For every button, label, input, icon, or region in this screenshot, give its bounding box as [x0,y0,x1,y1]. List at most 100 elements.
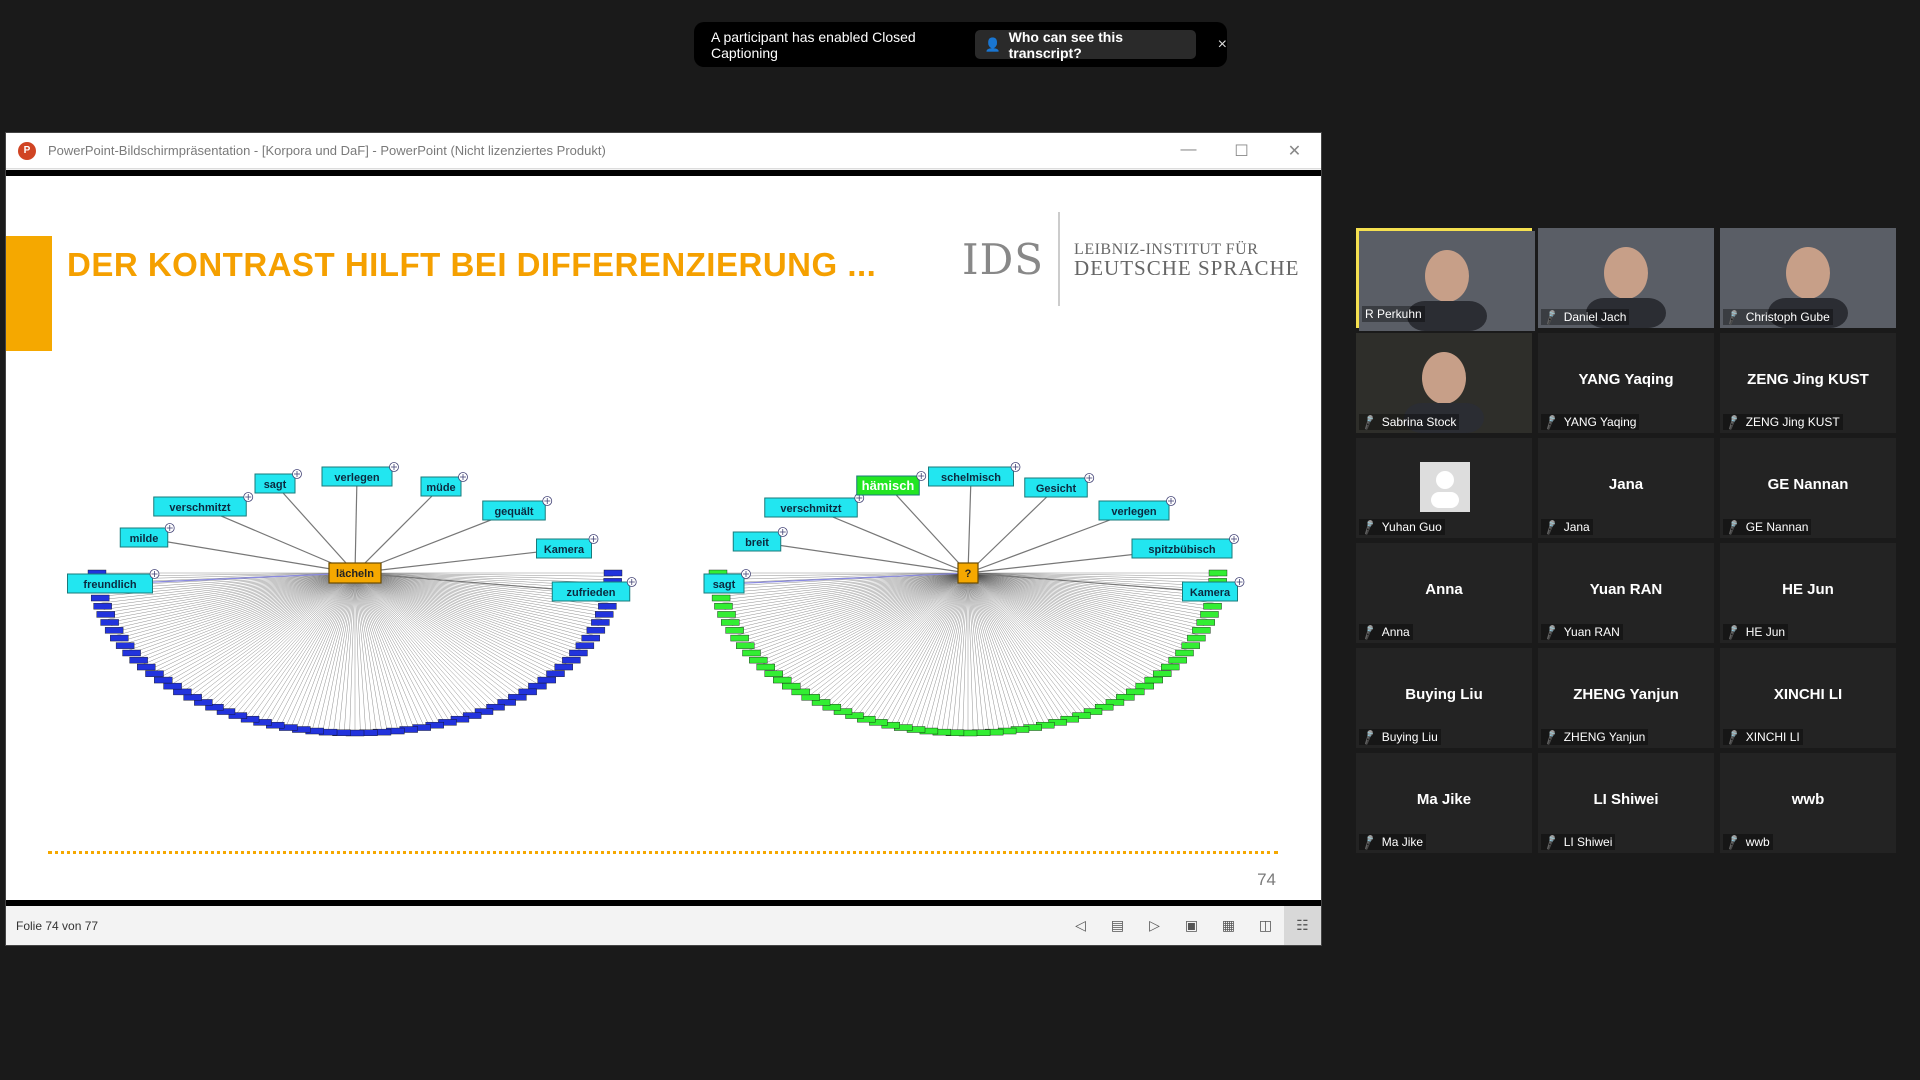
normal-view-icon[interactable]: ▣ [1173,906,1210,945]
avatar [1420,462,1470,512]
participant-tile[interactable]: HE Jun 🎤 HE Jun [1720,543,1896,643]
fan-line [967,572,1136,693]
participant-name: R Perkuhn [1365,307,1422,321]
fan-line [962,572,969,733]
arc-node [93,603,112,610]
fan-line [354,572,361,733]
close-window-icon[interactable]: ✕ [1268,141,1321,161]
participant-name-label: 🎤 Buying Liu [1359,729,1441,746]
word-node-label: Gesicht [1036,483,1077,495]
spoke-line [967,476,972,574]
arc-node [1161,663,1180,671]
fan-line [812,572,969,699]
previous-slide-icon[interactable]: ◁ [1062,906,1099,945]
participant-name-label: 🎤 Sabrina Stock [1359,414,1460,431]
slide-menu-icon[interactable]: ▤ [1099,906,1136,945]
fan-line [182,572,356,693]
arc-node [591,619,610,626]
participant-tile[interactable]: 🎤 Sabrina Stock [1356,333,1532,433]
minimize-icon[interactable]: — [1162,141,1215,161]
participant-tile[interactable]: Anna 🎤 Anna [1356,543,1532,643]
fan-line [280,572,356,727]
maximize-icon[interactable]: ☐ [1215,141,1268,161]
fan-line [212,572,356,707]
arc-node [1200,611,1219,618]
participant-name: XINCHI LI [1745,730,1800,744]
slideshow-view-icon[interactable]: ☷ [1284,906,1321,945]
participant-name: Yuhan Guo [1381,520,1442,534]
arc-node [122,649,141,657]
fan-line [194,572,356,699]
arc-node [137,663,156,671]
arc-node [518,688,537,696]
arc-node [1187,634,1206,642]
participant-tile[interactable]: 🎤 Christoph Gube [1720,228,1896,328]
powerpoint-icon: P [18,141,36,160]
arc-node [1196,619,1215,626]
participant-display-name: XINCHI LI [1773,686,1843,703]
participant-tile[interactable]: 🎤 Yuhan Guo [1356,438,1532,538]
slide-sorter-icon[interactable]: ▦ [1210,906,1247,945]
participant-tile[interactable]: GE Nannan 🎤 GE Nannan [1720,438,1896,538]
arc-node [104,627,124,634]
arc-node [725,627,744,634]
participant-name: Daniel Jach [1563,310,1627,324]
arc-node [145,670,164,677]
fan-line [967,572,1208,620]
participant-tile[interactable]: XINCHI LI 🎤 XINCHI LI [1720,648,1896,748]
word-node-label: breit [745,537,769,549]
participant-name-label: 🎤 Anna [1359,624,1413,641]
participant-name-label: 🎤 Ma Jike [1359,834,1427,851]
arc-node [773,676,792,684]
muted-mic-icon: 🎤 [1724,624,1742,641]
fan-line [967,572,1107,707]
participant-name: Yuan RAN [1563,625,1620,639]
fan-line [349,572,356,733]
word-node-label: sagt [713,579,736,591]
word-node-label: zufrieden [567,587,616,599]
participant-display-name: Yuan RAN [1589,581,1663,598]
participant-tile[interactable]: R Perkuhn [1356,228,1535,331]
arc-node [1168,656,1187,664]
fan-line [354,572,516,699]
participant-tile[interactable]: ZHENG Yanjun 🎤 ZHENG Yanjun [1538,648,1714,748]
arc-node [575,642,595,649]
participant-tile[interactable]: ZENG Jing KUST 🎤 ZENG Jing KUST [1720,333,1896,433]
close-icon[interactable]: × [1218,36,1227,54]
who-can-see-transcript-button[interactable]: 👤 Who can see this transcript? [975,29,1196,61]
participant-name: Ma Jike [1381,835,1424,849]
arc-node [1144,676,1163,684]
participant-tile[interactable]: YANG Yaqing 🎤 YANG Yaqing [1538,333,1714,433]
arc-node [546,670,565,677]
arc-node [528,682,547,690]
next-slide-icon[interactable]: ▷ [1136,906,1173,945]
participant-tile[interactable]: Yuan RAN 🎤 Yuan RAN [1538,543,1714,643]
fan-line [762,572,969,665]
participant-tile[interactable]: 🎤 Daniel Jach [1538,228,1714,328]
muted-mic-icon: 🎤 [1542,729,1560,746]
participant-tile[interactable]: wwb 🎤 wwb [1720,753,1896,853]
participant-name: HE Jun [1745,625,1786,639]
arc-node [96,611,115,618]
arc-node [537,676,556,684]
spoke-line [274,483,356,574]
participant-name: Christoph Gube [1745,310,1830,324]
participant-name: Anna [1381,625,1410,639]
participant-tile[interactable]: Ma Jike 🎤 Ma Jike [1356,753,1532,853]
arc-node [1181,642,1200,649]
participant-tile[interactable]: Jana 🎤 Jana [1538,438,1714,538]
fan-line [163,572,356,681]
participant-tile[interactable]: LI Shiwei 🎤 LI Shiwei [1538,753,1714,853]
participant-display-name: HE Jun [1782,581,1834,598]
window-controls: — ☐ ✕ [1162,141,1321,161]
muted-mic-icon: 🎤 [1360,729,1378,746]
muted-mic-icon: 🎤 [1542,309,1560,326]
muted-mic-icon: 🎤 [1542,624,1560,641]
center-node-label: ? [965,568,972,580]
participant-name-label: 🎤 Jana [1541,519,1593,536]
participant-tile[interactable]: Buying Liu 🎤 Buying Liu [1356,648,1532,748]
fan-line [354,572,547,681]
reading-view-icon[interactable]: ◫ [1247,906,1284,945]
arc-node [598,603,617,610]
arc-node [603,569,623,577]
